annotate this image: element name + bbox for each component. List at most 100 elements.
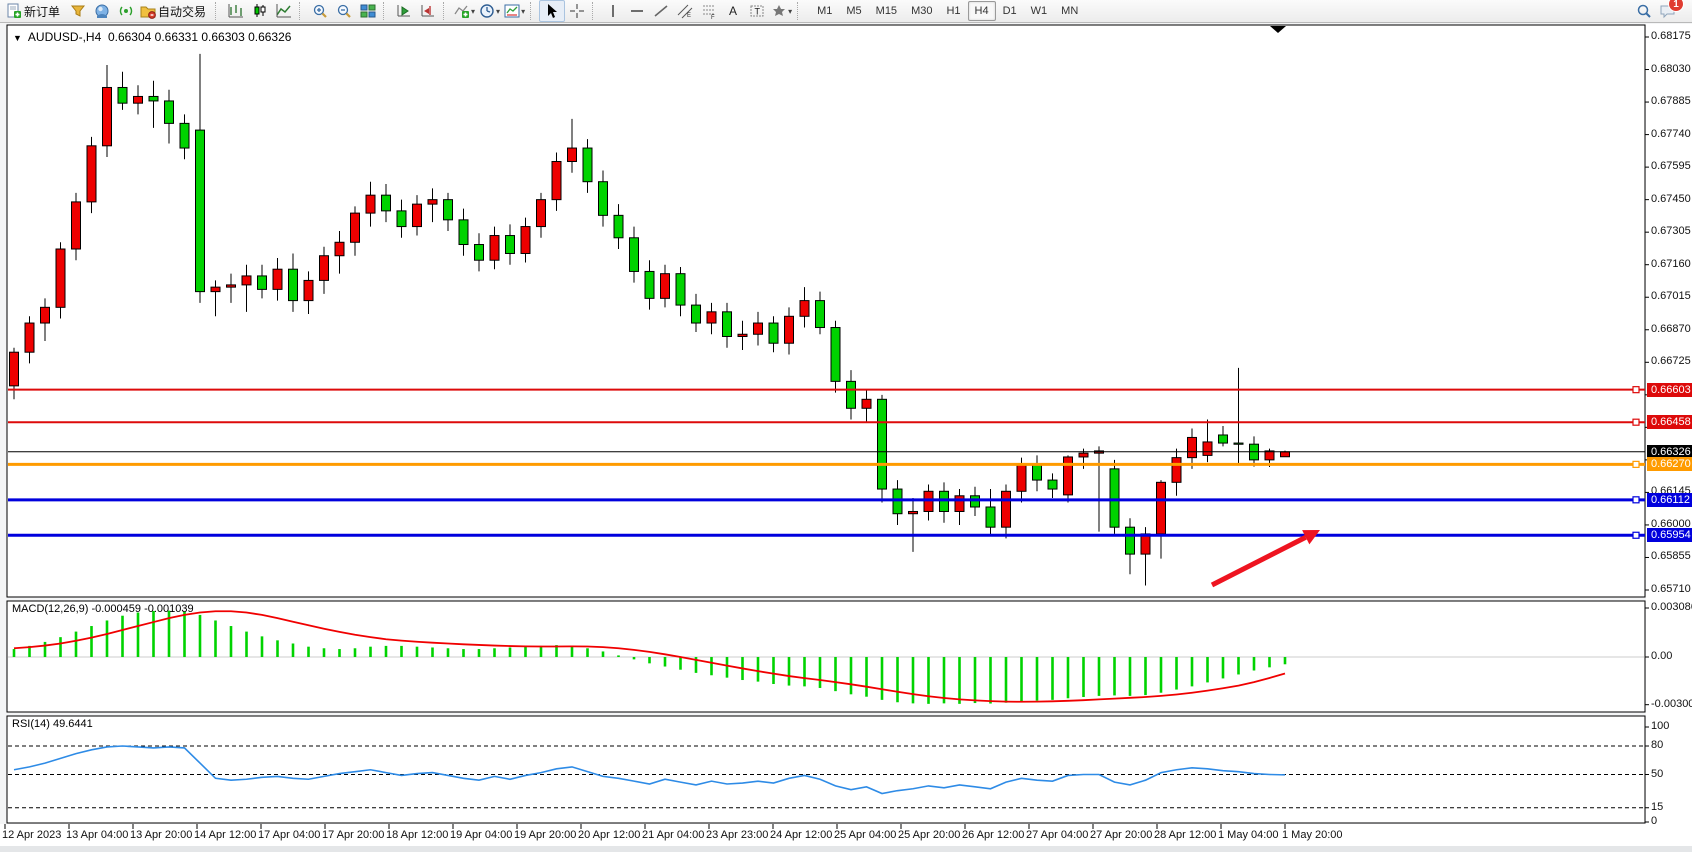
time-axis-label: 13 Apr 20:00 xyxy=(130,829,192,841)
add-indicator-button[interactable]: ▾ xyxy=(452,1,477,21)
tile-windows-button[interactable] xyxy=(356,1,380,21)
candle-body xyxy=(103,87,112,145)
price-axis-label: 0.67740 xyxy=(1651,128,1691,140)
candlestick-chart-button[interactable] xyxy=(248,1,272,21)
candlestick-chart-icon xyxy=(252,3,268,19)
vline-tool-button[interactable] xyxy=(601,1,625,21)
rsi-panel[interactable] xyxy=(7,716,1645,823)
line-end-marker[interactable] xyxy=(1633,419,1639,425)
toolbar-separator xyxy=(383,2,389,20)
toolbar-separator xyxy=(530,2,536,20)
candle-body xyxy=(118,87,127,103)
fibonacci-tool-button[interactable]: F xyxy=(697,1,721,21)
period-button[interactable]: ▾ xyxy=(477,1,502,21)
rsi-axis-label: 0 xyxy=(1651,815,1657,827)
timeframe-button-mn[interactable]: MN xyxy=(1054,1,1085,21)
line-end-marker[interactable] xyxy=(1633,387,1639,393)
chart-canvas[interactable] xyxy=(0,0,1692,852)
zoom-out-button[interactable] xyxy=(332,1,356,21)
candle-body xyxy=(72,202,81,249)
search-button[interactable] xyxy=(1632,1,1656,21)
rsi-indicator-label: RSI(14) 49.6441 xyxy=(12,718,93,730)
candle-body xyxy=(320,256,329,281)
text-tool-button[interactable]: A xyxy=(721,1,745,21)
candle-body xyxy=(831,328,840,382)
time-axis-label: 1 May 20:00 xyxy=(1282,829,1343,841)
timeframe-button-h4[interactable]: H4 xyxy=(968,1,996,21)
candle-body xyxy=(41,307,50,323)
autoscroll-button[interactable] xyxy=(392,1,416,21)
dropdown-arrow-icon: ▾ xyxy=(496,7,500,16)
timeframe-button-d1[interactable]: D1 xyxy=(996,1,1024,21)
line-end-marker[interactable] xyxy=(1633,461,1639,467)
timeframe-button-w1[interactable]: W1 xyxy=(1024,1,1055,21)
indicator-list-button[interactable] xyxy=(66,1,90,21)
candle-body xyxy=(971,496,980,507)
notifications-button[interactable]: 1 xyxy=(1656,1,1680,21)
candle-body xyxy=(444,200,453,220)
candle-body xyxy=(351,213,360,242)
candle-body xyxy=(707,312,716,323)
signals-button[interactable] xyxy=(90,1,114,21)
candle-body xyxy=(149,96,158,100)
candle-body xyxy=(180,123,189,148)
zoom-in-button[interactable] xyxy=(308,1,332,21)
candle-body xyxy=(134,96,143,103)
candle-body xyxy=(459,220,468,245)
candle-body xyxy=(1141,534,1150,554)
arrows-tool-button[interactable]: ▾ xyxy=(769,1,794,21)
rsi-axis-label: 15 xyxy=(1651,801,1663,813)
candle-body xyxy=(1017,464,1026,491)
time-axis-label: 17 Apr 20:00 xyxy=(322,829,384,841)
text-label-tool-button[interactable]: T xyxy=(745,1,769,21)
candle-body xyxy=(754,323,763,334)
cursor-tool-button[interactable] xyxy=(539,0,565,22)
crosshair-tool-button[interactable] xyxy=(565,1,589,21)
bar-chart-icon xyxy=(228,3,244,19)
chart-symbol-period: AUDUSD-,H4 xyxy=(28,30,101,44)
macd-panel[interactable] xyxy=(7,601,1645,712)
timeframe-button-m15[interactable]: M15 xyxy=(869,1,904,21)
bar-chart-button[interactable] xyxy=(224,1,248,21)
new-order-button[interactable]: 新订单 xyxy=(4,1,66,21)
timeframe-button-m5[interactable]: M5 xyxy=(839,1,868,21)
trendline-tool-button[interactable] xyxy=(649,1,673,21)
candle-body xyxy=(692,305,701,323)
text-label-icon: T xyxy=(749,3,765,19)
template-button[interactable]: ▾ xyxy=(502,1,527,21)
rsi-axis-label: 50 xyxy=(1651,768,1663,780)
candle-body xyxy=(599,182,608,216)
equidistant-channel-icon: E xyxy=(677,3,693,19)
line-end-marker[interactable] xyxy=(1633,532,1639,538)
line-chart-icon xyxy=(276,3,292,19)
line-end-marker[interactable] xyxy=(1633,497,1639,503)
candle-body xyxy=(909,511,918,513)
channel-tool-button[interactable]: E xyxy=(673,1,697,21)
zoom-in-icon xyxy=(312,3,328,19)
candle-body xyxy=(940,491,949,511)
price-axis-label: 0.68175 xyxy=(1651,30,1691,42)
chart-shift-button[interactable] xyxy=(416,1,440,21)
candle-body xyxy=(1281,452,1290,457)
svg-text:T: T xyxy=(755,7,761,17)
price-level-badge: 0.66270 xyxy=(1647,457,1692,471)
tile-windows-icon xyxy=(360,3,376,19)
svg-text:A: A xyxy=(729,4,737,18)
news-button[interactable] xyxy=(114,1,138,21)
toolbar-separator xyxy=(299,2,305,20)
line-chart-button[interactable] xyxy=(272,1,296,21)
dropdown-arrow-icon: ▾ xyxy=(788,7,792,16)
candle-body xyxy=(242,276,251,285)
time-axis-label: 25 Apr 20:00 xyxy=(898,829,960,841)
hline-tool-button[interactable] xyxy=(625,1,649,21)
candle-body xyxy=(816,301,825,328)
svg-text:F: F xyxy=(711,15,715,19)
main-chart-panel[interactable] xyxy=(7,25,1645,597)
autotrade-button[interactable]: 自动交易 xyxy=(138,1,212,21)
timeframe-button-h1[interactable]: H1 xyxy=(939,1,967,21)
candle-body xyxy=(304,280,313,300)
timeframe-button-m30[interactable]: M30 xyxy=(904,1,939,21)
timeframe-button-m1[interactable]: M1 xyxy=(810,1,839,21)
candle-body xyxy=(738,334,747,336)
chart-title-collapse-icon[interactable]: ▼ xyxy=(13,33,22,43)
